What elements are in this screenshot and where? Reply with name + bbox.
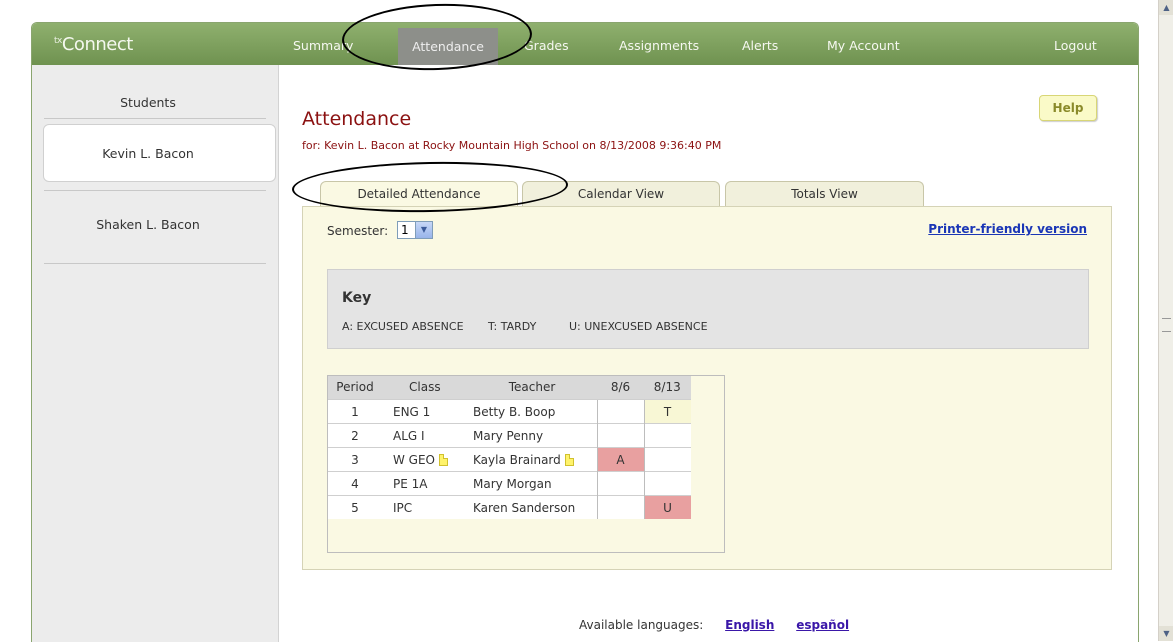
class-name: W GEO [393,452,436,467]
class-cell: IPC [383,495,467,519]
note-icon[interactable] [439,453,449,466]
attendance-cell-8-13 [643,447,691,472]
scroll-up-icon[interactable]: ▲ [1159,0,1173,15]
attendance-table: Period Class Teacher 8/6 8/13 1 ENG 1 Be… [327,375,691,519]
attendance-panel: Semester: 1 ▼ Printer-friendly version K… [302,206,1112,570]
table-row: 1 ENG 1 Betty B. Boop T [327,399,691,424]
app-window: txConnect Summary Attendance Grades Assi… [31,22,1139,642]
attendance-cell-8-13 [643,423,691,448]
semester-select[interactable]: 1 ▼ [397,221,433,239]
key-title: Key [342,290,372,306]
student-sidebar: Students Kevin L. Bacon Shaken L. Bacon [32,65,279,642]
teacher-cell: Betty B. Boop [467,399,597,424]
page-subtitle: for: Kevin L. Bacon at Rocky Mountain Hi… [302,139,722,152]
nav-logout[interactable]: Logout [1054,38,1097,53]
header-date-8-13: 8/13 [644,375,691,400]
page-title: Attendance [302,108,412,130]
nav-attendance[interactable]: Attendance [398,28,498,65]
scroll-grip[interactable] [1162,318,1171,332]
key-tardy: T: TARDY [488,320,537,333]
semester-label: Semester: [327,224,389,238]
nav-summary[interactable]: Summary [293,38,353,53]
nav-my-account[interactable]: My Account [827,38,900,53]
main-content: Attendance for: Kevin L. Bacon at Rocky … [279,65,1138,642]
header-period: Period [327,375,383,400]
period-cell: 1 [327,399,383,424]
language-english-link[interactable]: English [725,618,774,632]
attendance-cell-8-13 [643,471,691,496]
note-icon[interactable] [564,453,574,466]
vertical-scrollbar[interactable]: ▲ ▼ [1158,0,1173,641]
divider [44,263,266,264]
divider [44,190,266,191]
semester-value: 1 [401,223,409,237]
attendance-cell-8-6 [596,471,644,496]
printer-friendly-link[interactable]: Printer-friendly version [928,222,1087,236]
teacher-name: Kayla Brainard [473,452,561,467]
txconnect-logo[interactable]: txConnect [54,34,133,55]
key-unexcused: U: UNEXCUSED ABSENCE [569,320,708,333]
tab-detailed-attendance[interactable]: Detailed Attendance [320,181,518,207]
help-button[interactable]: Help [1039,95,1097,121]
class-cell: ENG 1 [383,399,467,424]
teacher-cell: Mary Morgan [467,471,597,496]
tab-totals-view[interactable]: Totals View [725,181,924,206]
scroll-down-icon[interactable]: ▼ [1159,626,1173,641]
chevron-down-icon[interactable]: ▼ [415,222,432,238]
period-cell: 2 [327,423,383,448]
table-row: 5 IPC Karen Sanderson U [327,495,691,519]
table-header-row: Period Class Teacher 8/6 8/13 [327,375,691,400]
period-cell: 4 [327,471,383,496]
key-excused: A: EXCUSED ABSENCE [342,320,464,333]
nav-grades[interactable]: Grades [524,38,569,53]
attendance-cell-8-6[interactable]: A [596,447,644,472]
class-cell: ALG I [383,423,467,448]
period-cell: 3 [327,447,383,472]
students-heading: Students [120,95,176,110]
header-class: Class [383,375,467,400]
attendance-cell-8-6 [596,423,644,448]
header-date-8-6: 8/6 [597,375,644,400]
divider [44,118,266,119]
attendance-cell-8-6 [596,399,644,424]
header-teacher: Teacher [467,375,597,400]
class-cell: PE 1A [383,471,467,496]
student-kevin-bacon[interactable]: Kevin L. Bacon [32,146,264,161]
nav-assignments[interactable]: Assignments [619,38,699,53]
language-espanol-link[interactable]: español [796,618,849,632]
top-navigation: txConnect Summary Attendance Grades Assi… [32,23,1138,65]
nav-alerts[interactable]: Alerts [742,38,778,53]
teacher-cell: Mary Penny [467,423,597,448]
language-selector: Available languages: English español [579,618,849,632]
languages-label: Available languages: [579,618,704,632]
key-box: Key A: EXCUSED ABSENCE T: TARDY U: UNEXC… [327,269,1089,349]
attendance-cell-8-13[interactable]: U [643,495,691,519]
attendance-cell-8-6 [596,495,644,519]
table-row: 4 PE 1A Mary Morgan [327,471,691,496]
teacher-cell: Kayla Brainard [467,447,597,472]
tab-calendar-view[interactable]: Calendar View [522,181,720,206]
student-shaken-bacon[interactable]: Shaken L. Bacon [32,217,264,232]
period-cell: 5 [327,495,383,519]
teacher-cell: Karen Sanderson [467,495,597,519]
table-row: 3 W GEO Kayla Brainard A [327,447,691,472]
table-row: 2 ALG I Mary Penny [327,423,691,448]
class-cell: W GEO [383,447,467,472]
attendance-cell-8-13[interactable]: T [643,399,691,424]
